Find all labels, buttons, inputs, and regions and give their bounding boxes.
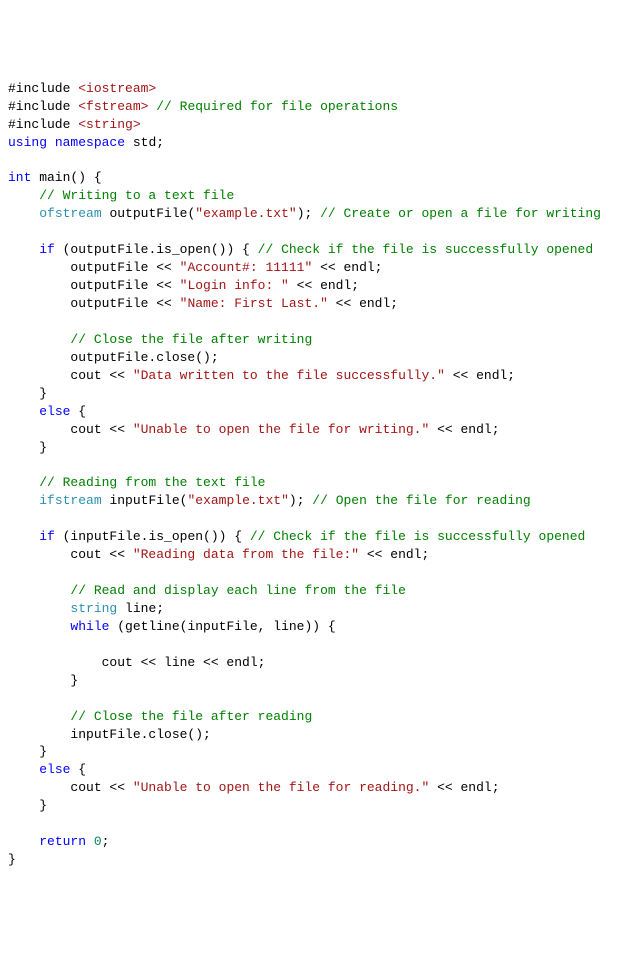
- code-token: [8, 404, 39, 419]
- code-token: cout <<: [8, 368, 133, 383]
- code-token: int: [8, 170, 31, 185]
- code-token: "Reading data from the file:": [133, 547, 359, 562]
- code-token: if: [39, 242, 55, 257]
- code-token: cout << line << endl;: [8, 655, 265, 670]
- code-token: [8, 601, 70, 616]
- code-token: // Create or open a file for writing: [320, 206, 601, 221]
- code-token: << endl;: [328, 296, 398, 311]
- code-token: // Close the file after writing: [70, 332, 312, 347]
- code-token: [8, 493, 39, 508]
- code-token: {: [70, 404, 86, 419]
- code-token: << endl;: [429, 780, 499, 795]
- code-token: }: [8, 386, 47, 401]
- code-token: << endl;: [445, 368, 515, 383]
- code-token: // Reading from the text file: [39, 475, 265, 490]
- code-token: main() {: [31, 170, 101, 185]
- code-token: <iostream>: [78, 81, 156, 96]
- code-token: }: [8, 744, 47, 759]
- code-token: "Login info: ": [180, 278, 289, 293]
- code-token: [47, 135, 55, 150]
- code-token: [8, 834, 39, 849]
- code-token: }: [8, 852, 16, 867]
- code-token: namespace: [55, 135, 125, 150]
- code-token: [8, 762, 39, 777]
- code-token: outputFile(: [102, 206, 196, 221]
- code-token: #include: [8, 99, 78, 114]
- code-token: "Unable to open the file for writing.": [133, 422, 429, 437]
- code-token: "Account#: 11111": [180, 260, 313, 275]
- code-token: // Required for file operations: [156, 99, 398, 114]
- code-token: else: [39, 762, 70, 777]
- code-token: (getline(inputFile, line)) {: [109, 619, 335, 634]
- code-token: else: [39, 404, 70, 419]
- code-token: return: [39, 834, 86, 849]
- code-token: [8, 709, 70, 724]
- code-token: (inputFile.is_open()) {: [55, 529, 250, 544]
- code-token: [8, 332, 70, 347]
- code-token: << endl;: [359, 547, 429, 562]
- code-token: );: [297, 206, 320, 221]
- code-token: [8, 529, 39, 544]
- code-token: }: [8, 440, 47, 455]
- code-token: cout <<: [8, 780, 133, 795]
- code-token: cout <<: [8, 547, 133, 562]
- code-token: "example.txt": [195, 206, 296, 221]
- code-token: }: [8, 673, 78, 688]
- code-token: << endl;: [312, 260, 382, 275]
- code-token: #include: [8, 81, 78, 96]
- code-token: {: [70, 762, 86, 777]
- code-token: (outputFile.is_open()) {: [55, 242, 258, 257]
- code-token: // Check if the file is successfully ope…: [250, 529, 585, 544]
- code-token: [86, 834, 94, 849]
- code-token: std;: [125, 135, 164, 150]
- code-token: // Read and display each line from the f…: [70, 583, 405, 598]
- code-token: [8, 242, 39, 257]
- code-token: #include: [8, 117, 78, 132]
- code-token: << endl;: [429, 422, 499, 437]
- code-token: );: [289, 493, 312, 508]
- code-token: [8, 475, 39, 490]
- code-token: while: [70, 619, 109, 634]
- code-token: cout <<: [8, 422, 133, 437]
- code-token: inputFile.close();: [8, 727, 211, 742]
- code-token: // Open the file for reading: [312, 493, 530, 508]
- code-token: << endl;: [289, 278, 359, 293]
- code-token: ofstream: [39, 206, 101, 221]
- code-token: string: [70, 601, 117, 616]
- code-token: [8, 188, 39, 203]
- code-token: outputFile <<: [8, 296, 180, 311]
- code-token: if: [39, 529, 55, 544]
- code-token: <fstream>: [78, 99, 148, 114]
- code-token: inputFile(: [102, 493, 188, 508]
- code-token: [8, 583, 70, 598]
- code-token: "Unable to open the file for reading.": [133, 780, 429, 795]
- code-token: "Name: First Last.": [180, 296, 328, 311]
- code-token: "Data written to the file successfully.": [133, 368, 445, 383]
- code-token: [8, 206, 39, 221]
- code-token: ;: [102, 834, 110, 849]
- code-token: "example.txt": [187, 493, 288, 508]
- code-token: }: [8, 798, 47, 813]
- code-token: 0: [94, 834, 102, 849]
- code-token: // Check if the file is successfully ope…: [258, 242, 593, 257]
- code-token: // Writing to a text file: [39, 188, 234, 203]
- code-token: line;: [117, 601, 164, 616]
- code-token: outputFile <<: [8, 278, 180, 293]
- code-token: ifstream: [39, 493, 101, 508]
- code-block: #include <iostream> #include <fstream> /…: [8, 80, 613, 869]
- code-token: // Close the file after reading: [70, 709, 312, 724]
- code-token: outputFile <<: [8, 260, 180, 275]
- code-token: outputFile.close();: [8, 350, 219, 365]
- code-token: <string>: [78, 117, 140, 132]
- code-token: using: [8, 135, 47, 150]
- code-token: [8, 619, 70, 634]
